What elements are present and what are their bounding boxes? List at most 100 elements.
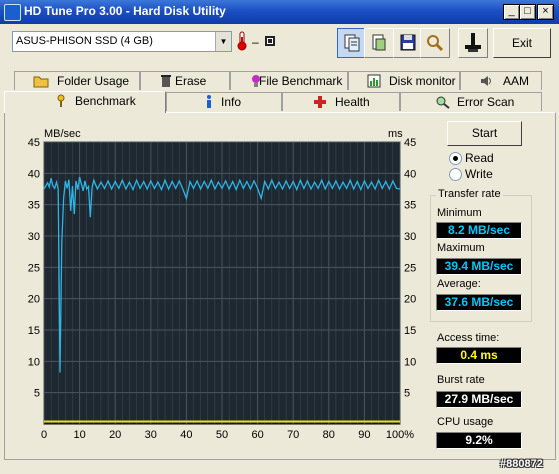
tab-label: Info — [221, 95, 242, 109]
tab-file-benchmark[interactable]: File Benchmark — [230, 71, 348, 90]
read-label: Read — [465, 151, 494, 165]
x-tick-label: 20 — [109, 429, 121, 440]
y-tick-label-right: 15 — [404, 325, 416, 337]
close-button[interactable]: × — [537, 4, 554, 20]
burst-rate-label: Burst rate — [437, 374, 485, 386]
speaker-icon — [479, 74, 493, 91]
tab-label: Folder Usage — [57, 74, 130, 88]
drive-select-value: ASUS-PHISON SSD (4 GB) — [16, 35, 153, 47]
maximum-label: Maximum — [437, 242, 485, 254]
x-tick-label: 30 — [145, 429, 157, 440]
tab-disk-monitor[interactable]: Disk monitor — [348, 71, 460, 90]
window-title: HD Tune Pro 3.00 - Hard Disk Utility — [24, 4, 226, 18]
copy-text-button[interactable] — [337, 28, 367, 58]
copy-text-icon — [344, 34, 360, 52]
tab-label: AAM — [503, 74, 530, 88]
exit-button[interactable]: Exit — [493, 28, 551, 58]
chevron-down-icon[interactable]: ▼ — [215, 32, 231, 51]
chip-icon — [263, 34, 277, 48]
x-tick-label: 80 — [323, 429, 335, 440]
y-tick-label-left: 30 — [28, 231, 40, 243]
tab-folder-usage[interactable]: Folder Usage — [14, 71, 140, 90]
copy-screenshot-button[interactable] — [364, 28, 394, 58]
drive-select[interactable]: ASUS-PHISON SSD (4 GB) ▼ — [12, 31, 232, 52]
x-tick-label: 10 — [73, 429, 85, 440]
folder-icon — [33, 74, 49, 91]
y-tick-label-left: 15 — [28, 325, 40, 337]
write-radio[interactable] — [449, 168, 462, 181]
write-label: Write — [465, 167, 493, 181]
y-tick-label-right: 10 — [404, 356, 416, 368]
x-tick-label: 0 — [41, 429, 47, 440]
y-tick-label-left: 45 — [28, 137, 40, 149]
y-tick-label-left: 10 — [28, 356, 40, 368]
read-radio[interactable] — [449, 152, 462, 165]
monitor-chart-icon — [367, 74, 381, 91]
benchmark-icon — [55, 94, 67, 111]
exit-power-button[interactable] — [458, 28, 488, 58]
y-axis-label-left: MB/sec — [44, 128, 81, 140]
options-button[interactable] — [420, 28, 450, 58]
cpu-usage-value: 9.2% — [436, 432, 522, 449]
y-tick-label-right: 25 — [404, 262, 416, 274]
x-tick-label: 40 — [180, 429, 192, 440]
y-tick-label-right: 5 — [404, 388, 410, 400]
tab-label: Error Scan — [457, 95, 515, 109]
maximum-value: 39.4 MB/sec — [436, 258, 522, 275]
tab-error-scan[interactable]: Error Scan — [400, 92, 542, 111]
start-button[interactable]: Start — [447, 121, 522, 146]
power-plug-icon — [465, 33, 481, 52]
y-tick-label-right: 20 — [404, 294, 416, 306]
y-tick-label-left: 20 — [28, 294, 40, 306]
y-tick-label-right: 45 — [404, 137, 416, 149]
average-label: Average: — [437, 278, 481, 290]
maximize-button[interactable]: □ — [519, 4, 536, 20]
burst-rate-value: 27.9 MB/sec — [436, 391, 522, 408]
tab-health[interactable]: Health — [282, 92, 400, 111]
y-tick-label-right: 40 — [404, 168, 416, 180]
y-axis-label-right: ms — [388, 128, 403, 140]
x-tick-label: 50 — [216, 429, 228, 440]
x-tick-label: 100% — [386, 429, 414, 440]
access-time-value: 0.4 ms — [436, 347, 522, 364]
y-tick-label-left: 40 — [28, 168, 40, 180]
y-tick-label-right: 30 — [404, 231, 416, 243]
minimum-value: 8.2 MB/sec — [436, 222, 522, 239]
tab-aam[interactable]: AAM — [460, 71, 542, 90]
tab-label: Benchmark — [75, 94, 136, 108]
benchmark-chart: MB/sec ms 5 5 10 10 15 15 20 20 25 25 30 30 35 35 40 40… — [28, 128, 417, 440]
thermometer-icon — [236, 31, 248, 51]
copy-screenshot-icon — [372, 34, 386, 51]
x-tick-label: 60 — [251, 429, 263, 440]
tab-label: Health — [335, 95, 370, 109]
y-tick-label-left: 5 — [34, 388, 40, 400]
health-cross-icon — [313, 95, 327, 112]
tab-label: Disk monitor — [389, 74, 456, 88]
x-tick-label: 90 — [358, 429, 370, 440]
temperature-value: – — [252, 35, 259, 49]
floppy-disk-icon — [400, 34, 416, 51]
minimize-button[interactable]: _ — [503, 4, 520, 20]
info-icon — [203, 95, 215, 112]
save-button[interactable] — [393, 28, 423, 58]
y-tick-label-left: 25 — [28, 262, 40, 274]
wrench-icon — [427, 35, 444, 52]
tab-label: Erase — [175, 74, 207, 88]
access-time-label: Access time: — [437, 332, 500, 344]
tab-label: File Benchmark — [259, 74, 343, 88]
magnifier-icon — [435, 95, 451, 112]
transfer-rate-title: Transfer rate — [436, 188, 503, 200]
tab-erase[interactable]: Erase — [140, 71, 230, 90]
y-tick-label-right: 35 — [404, 200, 416, 212]
y-tick-label-left: 35 — [28, 200, 40, 212]
cpu-usage-label: CPU usage — [437, 416, 494, 428]
tab-info[interactable]: Info — [166, 92, 282, 111]
average-value: 37.6 MB/sec — [436, 294, 522, 311]
title-bar: HD Tune Pro 3.00 - Hard Disk Utility _ □… — [0, 0, 559, 24]
watermark: #880872 — [500, 458, 543, 470]
app-icon — [4, 4, 21, 21]
x-tick-label: 70 — [287, 429, 299, 440]
trash-icon — [159, 74, 173, 91]
minimum-label: Minimum — [437, 207, 482, 219]
tab-benchmark[interactable]: Benchmark — [4, 91, 166, 113]
